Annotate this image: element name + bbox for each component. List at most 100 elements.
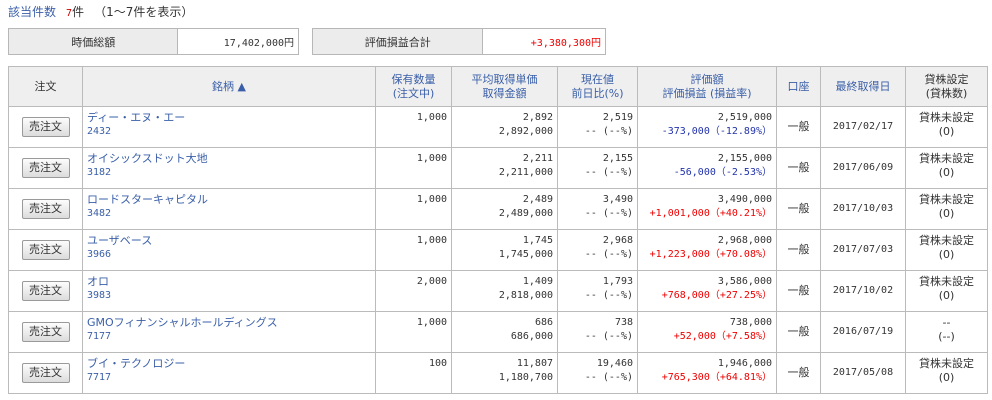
current-price: 3,490: [602, 194, 633, 205]
sell-order-button[interactable]: 売注文: [21, 158, 70, 178]
account-type: 一般: [776, 229, 821, 271]
value-cell: 1,946,000 +765,300（+64.81%）: [637, 352, 777, 394]
col-header-qty-line1: 保有数量: [391, 72, 436, 86]
sell-order-button[interactable]: 売注文: [21, 199, 70, 219]
qty-cell: 1,000: [375, 229, 452, 271]
acquisition-cost: 1,745,000: [498, 249, 553, 260]
qty-cell: 2,000: [375, 270, 452, 312]
col-header-account[interactable]: 口座: [776, 66, 821, 107]
account-type: 一般: [776, 311, 821, 353]
stock-name-link[interactable]: ユーザベース: [87, 234, 371, 248]
valuation: 2,968,000: [717, 235, 772, 246]
table-row: 売注文 ロードスターキャピタル 3482 1,000 2,489 2,489,000 3,4…: [8, 188, 988, 230]
qty-cell: 1,000: [375, 311, 452, 353]
lending-cell: -- (--): [905, 311, 988, 353]
current-price: 1,793: [602, 276, 633, 287]
stock-name-link[interactable]: オロ: [87, 275, 371, 289]
stock-code: 7177: [87, 331, 112, 342]
stock-name-link[interactable]: ロードスターキャピタル: [87, 193, 371, 207]
stock-code: 3966: [87, 249, 112, 260]
day-change: -- (--%): [584, 208, 633, 219]
lending-cell: 貸株未設定 (0): [905, 352, 988, 394]
qty-cell: 1,000: [375, 147, 452, 189]
order-cell: 売注文: [8, 270, 83, 312]
current-price: 2,155: [602, 153, 633, 164]
sell-order-button[interactable]: 売注文: [21, 240, 70, 260]
lending-setting: 貸株未設定: [919, 357, 974, 370]
cost-cell: 1,745 1,745,000: [451, 229, 558, 271]
avg-price: 1,745: [522, 235, 553, 246]
col-header-price[interactable]: 現在値 前日比(%): [557, 66, 638, 107]
value-cell: 3,490,000 +1,001,000（+40.21%）: [637, 188, 777, 230]
cost-cell: 2,211 2,211,000: [451, 147, 558, 189]
col-header-value-line1: 評価額: [690, 72, 724, 86]
col-header-cost-line2: 取得金額: [482, 86, 527, 100]
col-header-cost-line1: 平均取得単価: [471, 72, 538, 86]
unrealized-pl: +1,001,000（+40.21%）: [649, 208, 772, 219]
value-cell: 2,968,000 +1,223,000（+70.08%）: [637, 229, 777, 271]
sell-order-button[interactable]: 売注文: [21, 363, 70, 383]
value-cell: 3,586,000 +768,000（+27.25%）: [637, 270, 777, 312]
result-count: 該当件数 7件 （1〜7件を表示）: [8, 4, 193, 22]
stock-cell: GMOフィナンシャルホールディングス 7177: [82, 311, 376, 353]
col-header-qty-line2: (注文中): [392, 86, 435, 100]
holding-qty: 1,000: [416, 194, 447, 205]
lending-qty: (0): [938, 166, 955, 179]
col-header-qty[interactable]: 保有数量 (注文中): [375, 66, 452, 107]
price-cell: 19,460 -- (--%): [557, 352, 638, 394]
last-acquired-date: 2017/05/08: [820, 352, 906, 394]
table-row: 売注文 ディー・エヌ・エー 2432 1,000 2,892 2,892,000 2,519…: [8, 106, 988, 148]
col-header-date[interactable]: 最終取得日: [820, 66, 906, 107]
sell-order-button[interactable]: 売注文: [21, 281, 70, 301]
stock-name-link[interactable]: オイシックスドット大地: [87, 152, 371, 166]
account-type: 一般: [776, 352, 821, 394]
account-type: 一般: [776, 270, 821, 312]
stock-name-link[interactable]: ブイ・テクノロジー: [87, 357, 371, 371]
col-header-lend: 貸株設定 (貸株数): [905, 66, 988, 107]
col-header-price-line2: 前日比(%): [571, 86, 624, 100]
valuation: 2,155,000: [717, 153, 772, 164]
qty-cell: 1,000: [375, 106, 452, 148]
order-cell: 売注文: [8, 352, 83, 394]
lending-cell: 貸株未設定 (0): [905, 147, 988, 189]
cost-cell: 2,892 2,892,000: [451, 106, 558, 148]
account-type: 一般: [776, 147, 821, 189]
holding-qty: 1,000: [416, 153, 447, 164]
stock-code: 2432: [87, 126, 112, 137]
valuation: 2,519,000: [717, 112, 772, 123]
stock-name-link[interactable]: GMOフィナンシャルホールディングス: [87, 316, 371, 330]
value-cell: 2,519,000 -373,000（-12.89%）: [637, 106, 777, 148]
lending-qty: (0): [938, 125, 955, 138]
pl-total-summary: 評価損益合計 +3,380,300円: [312, 28, 606, 55]
day-change: -- (--%): [584, 290, 633, 301]
col-header-name-sort[interactable]: 銘柄 ▲: [82, 66, 376, 107]
day-change: -- (--%): [584, 372, 633, 383]
lending-qty: (0): [938, 207, 955, 220]
cost-cell: 1,409 2,818,000: [451, 270, 558, 312]
price-cell: 2,968 -- (--%): [557, 229, 638, 271]
col-header-cost[interactable]: 平均取得単価 取得金額: [451, 66, 558, 107]
col-header-lend-line2: (貸株数): [925, 86, 968, 100]
order-cell: 売注文: [8, 188, 83, 230]
col-header-value[interactable]: 評価額 評価損益 (損益率): [637, 66, 777, 107]
value-cell: 2,155,000 -56,000（-2.53%）: [637, 147, 777, 189]
col-header-order: 注文: [8, 66, 83, 107]
unrealized-pl: +768,000（+27.25%）: [661, 290, 772, 301]
sell-order-button[interactable]: 売注文: [21, 322, 70, 342]
holding-qty: 1,000: [416, 112, 447, 123]
stock-name-link[interactable]: ディー・エヌ・エー: [87, 111, 371, 125]
last-acquired-date: 2017/07/03: [820, 229, 906, 271]
avg-price: 686: [534, 317, 553, 328]
price-cell: 738 -- (--%): [557, 311, 638, 353]
acquisition-cost: 686,000: [510, 331, 553, 342]
price-cell: 3,490 -- (--%): [557, 188, 638, 230]
lending-qty: (0): [938, 371, 955, 384]
lending-setting: --: [942, 316, 951, 329]
table-row: 売注文 ブイ・テクノロジー 7717 100 11,807 1,180,700 19,460…: [8, 352, 988, 394]
acquisition-cost: 2,211,000: [498, 167, 553, 178]
sell-order-button[interactable]: 売注文: [21, 117, 70, 137]
market-value-summary: 時価総額 17,402,000円: [8, 28, 299, 55]
lending-setting: 貸株未設定: [919, 193, 974, 206]
result-range: （1〜7件を表示）: [94, 5, 194, 19]
holding-qty: 2,000: [416, 276, 447, 287]
